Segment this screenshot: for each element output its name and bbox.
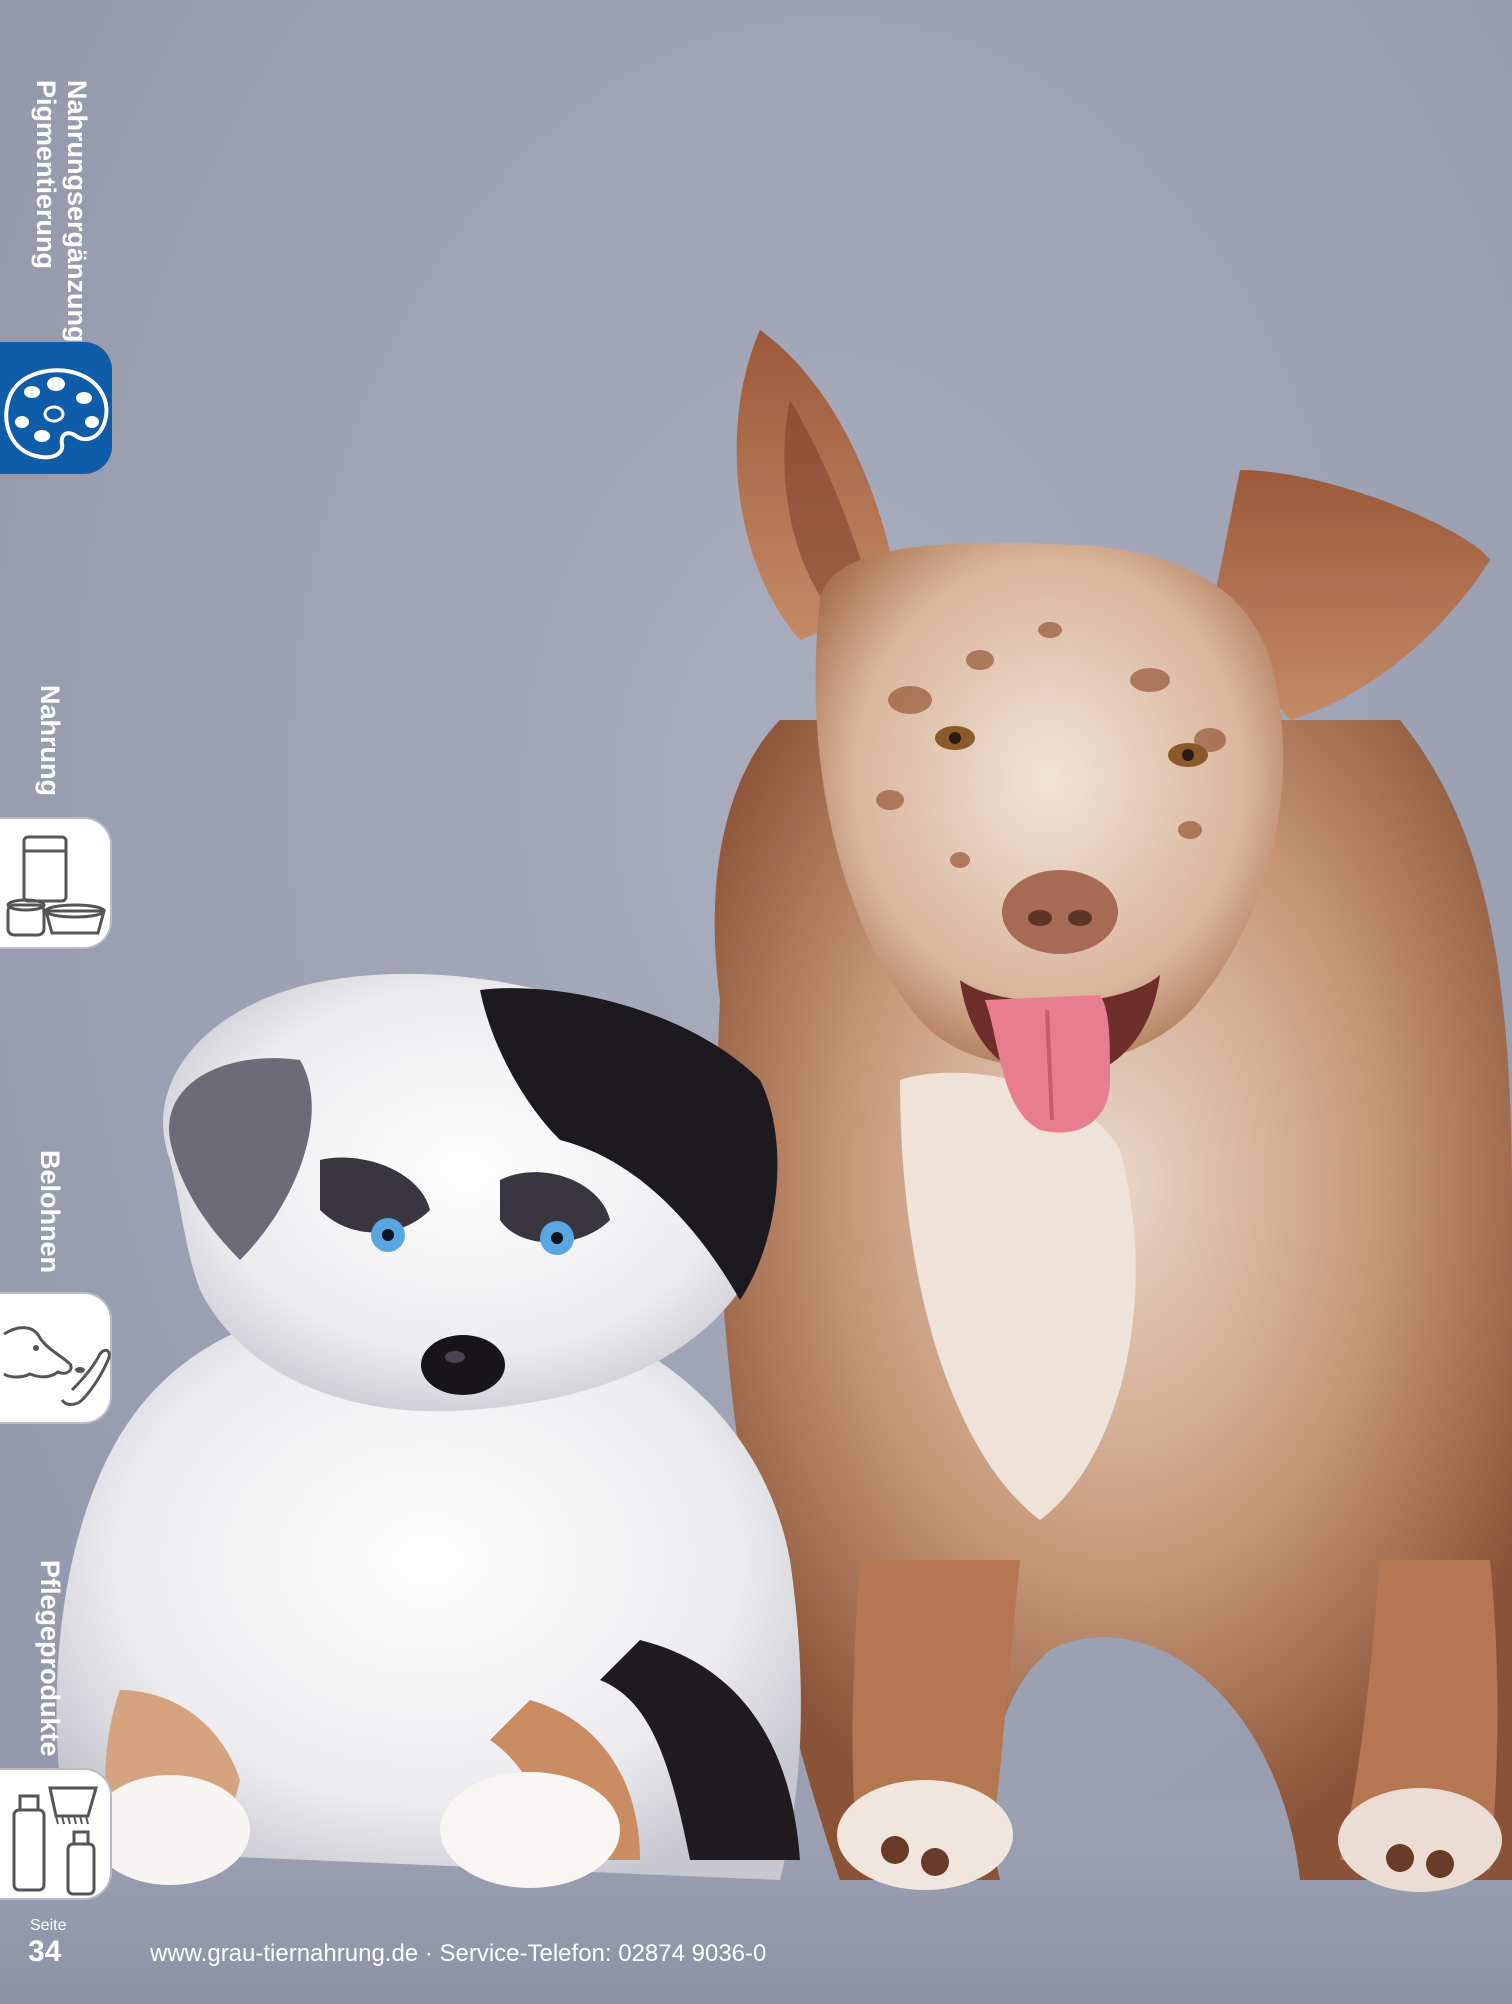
tab-label-belohnen[interactable]: Belohnen xyxy=(34,1150,65,1273)
two-dogs-photo xyxy=(56,330,1512,1892)
palette-icon xyxy=(4,368,109,460)
page-number: 34 xyxy=(28,1935,62,1968)
grooming-products-icon xyxy=(12,1786,98,1896)
page-word: Seite xyxy=(30,1917,67,1934)
tab-nahrung[interactable] xyxy=(0,817,112,949)
tab-label-nahrungsergaenzung[interactable]: Nahrungsergänzung Pigmentierung xyxy=(30,80,92,343)
catalog-page: Nahrungsergänzung Pigmentierung Nahrung xyxy=(0,0,1512,2004)
footer-contact: www.grau-tiernahrung.de · Service-Telefo… xyxy=(150,1940,767,1967)
food-bag-bowl-icon xyxy=(6,835,106,937)
tab-label-pflegeprodukte[interactable]: Pflegeprodukte xyxy=(34,1560,65,1757)
tab-nahrungsergaenzung[interactable] xyxy=(0,342,112,474)
tab-pflegeprodukte[interactable] xyxy=(0,1768,112,1900)
dog-treat-hand-icon xyxy=(3,1326,111,1406)
tab-label-nahrung[interactable]: Nahrung xyxy=(34,685,65,796)
tab-belohnen[interactable] xyxy=(0,1292,112,1424)
